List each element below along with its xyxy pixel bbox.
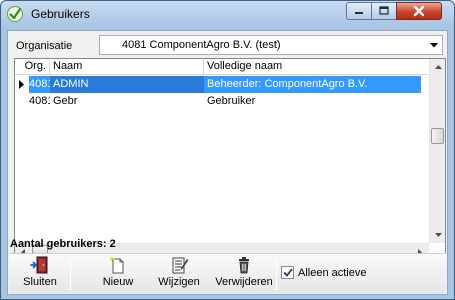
maximize-icon (379, 6, 389, 15)
row-indicator-icon (19, 80, 24, 89)
cell-name: ADMIN (50, 76, 204, 93)
check-mark-icon (7, 6, 23, 22)
scroll-down-icon[interactable] (430, 227, 446, 243)
minimize-icon (355, 12, 363, 14)
column-header-name[interactable]: Naam (50, 60, 204, 74)
edit-document-icon (172, 257, 189, 274)
cell-full-name: Beheerder: ComponentAgro B.V. (204, 76, 421, 93)
new-document-icon (109, 256, 124, 274)
close-button-label: Sluiten (23, 276, 57, 288)
close-window-button[interactable] (396, 2, 442, 20)
new-button[interactable]: Nieuw (98, 256, 138, 292)
check-icon (282, 268, 293, 277)
table-row[interactable]: 4081 Gebr Gebruiker (15, 93, 428, 110)
toolbar-separator (70, 258, 71, 290)
edit-button-label: Wijzigen (158, 276, 200, 288)
table-row[interactable]: 4081 ADMIN Beheerder: ComponentAgro B.V. (15, 76, 428, 93)
vertical-scrollbar[interactable] (429, 59, 445, 243)
minimize-button[interactable] (346, 2, 372, 20)
active-only-toggle[interactable]: Alleen actieve (281, 266, 367, 279)
users-grid[interactable]: Org. Naam Volledige naam 4081 ADMIN Behe… (14, 58, 446, 260)
exit-door-icon (30, 256, 48, 274)
client-area: Organisatie 4081 ComponentAgro B.V. (tes… (7, 30, 448, 295)
user-count-label: Aantal gebruikers: 2 (10, 238, 116, 250)
active-only-checkbox[interactable] (281, 266, 294, 279)
organisation-select[interactable]: 4081 ComponentAgro B.V. (test) (99, 35, 443, 55)
cell-full-name: Gebruiker (207, 95, 256, 107)
scroll-up-icon[interactable] (430, 59, 446, 75)
organisation-label: Organisatie (16, 40, 73, 52)
title-bar[interactable]: Gebruikers (1, 1, 454, 27)
vertical-scroll-thumb[interactable] (431, 128, 444, 144)
delete-button-label: Verwijderen (215, 276, 273, 288)
close-button[interactable]: Sluiten (17, 256, 63, 292)
cell-org: 4081 (29, 76, 50, 93)
grid-header: Org. Naam Volledige naam (15, 59, 428, 75)
window-title: Gebruikers (31, 7, 90, 21)
toolbar: Sluiten Nieuw Wijzigen Verwijderen Allee… (9, 253, 446, 293)
column-header-full-name[interactable]: Volledige naam (204, 60, 428, 74)
delete-button[interactable]: Verwijderen (215, 256, 273, 292)
organisation-value: 4081 ComponentAgro B.V. (test) (122, 39, 281, 51)
active-only-label: Alleen actieve (298, 266, 367, 279)
cell-name: Gebr (53, 95, 78, 107)
toolbar-separator (276, 258, 277, 290)
trash-icon (239, 257, 249, 274)
chevron-down-icon[interactable] (425, 36, 442, 54)
close-icon (413, 5, 425, 17)
edit-button[interactable]: Wijzigen (157, 256, 201, 292)
users-window: Gebruikers Organisatie 4081 ComponentAgr… (0, 0, 455, 300)
column-header-org[interactable]: Org. (15, 60, 50, 74)
new-button-label: Nieuw (102, 276, 134, 288)
cell-org: 4081 (29, 95, 50, 107)
maximize-button[interactable] (371, 2, 397, 20)
